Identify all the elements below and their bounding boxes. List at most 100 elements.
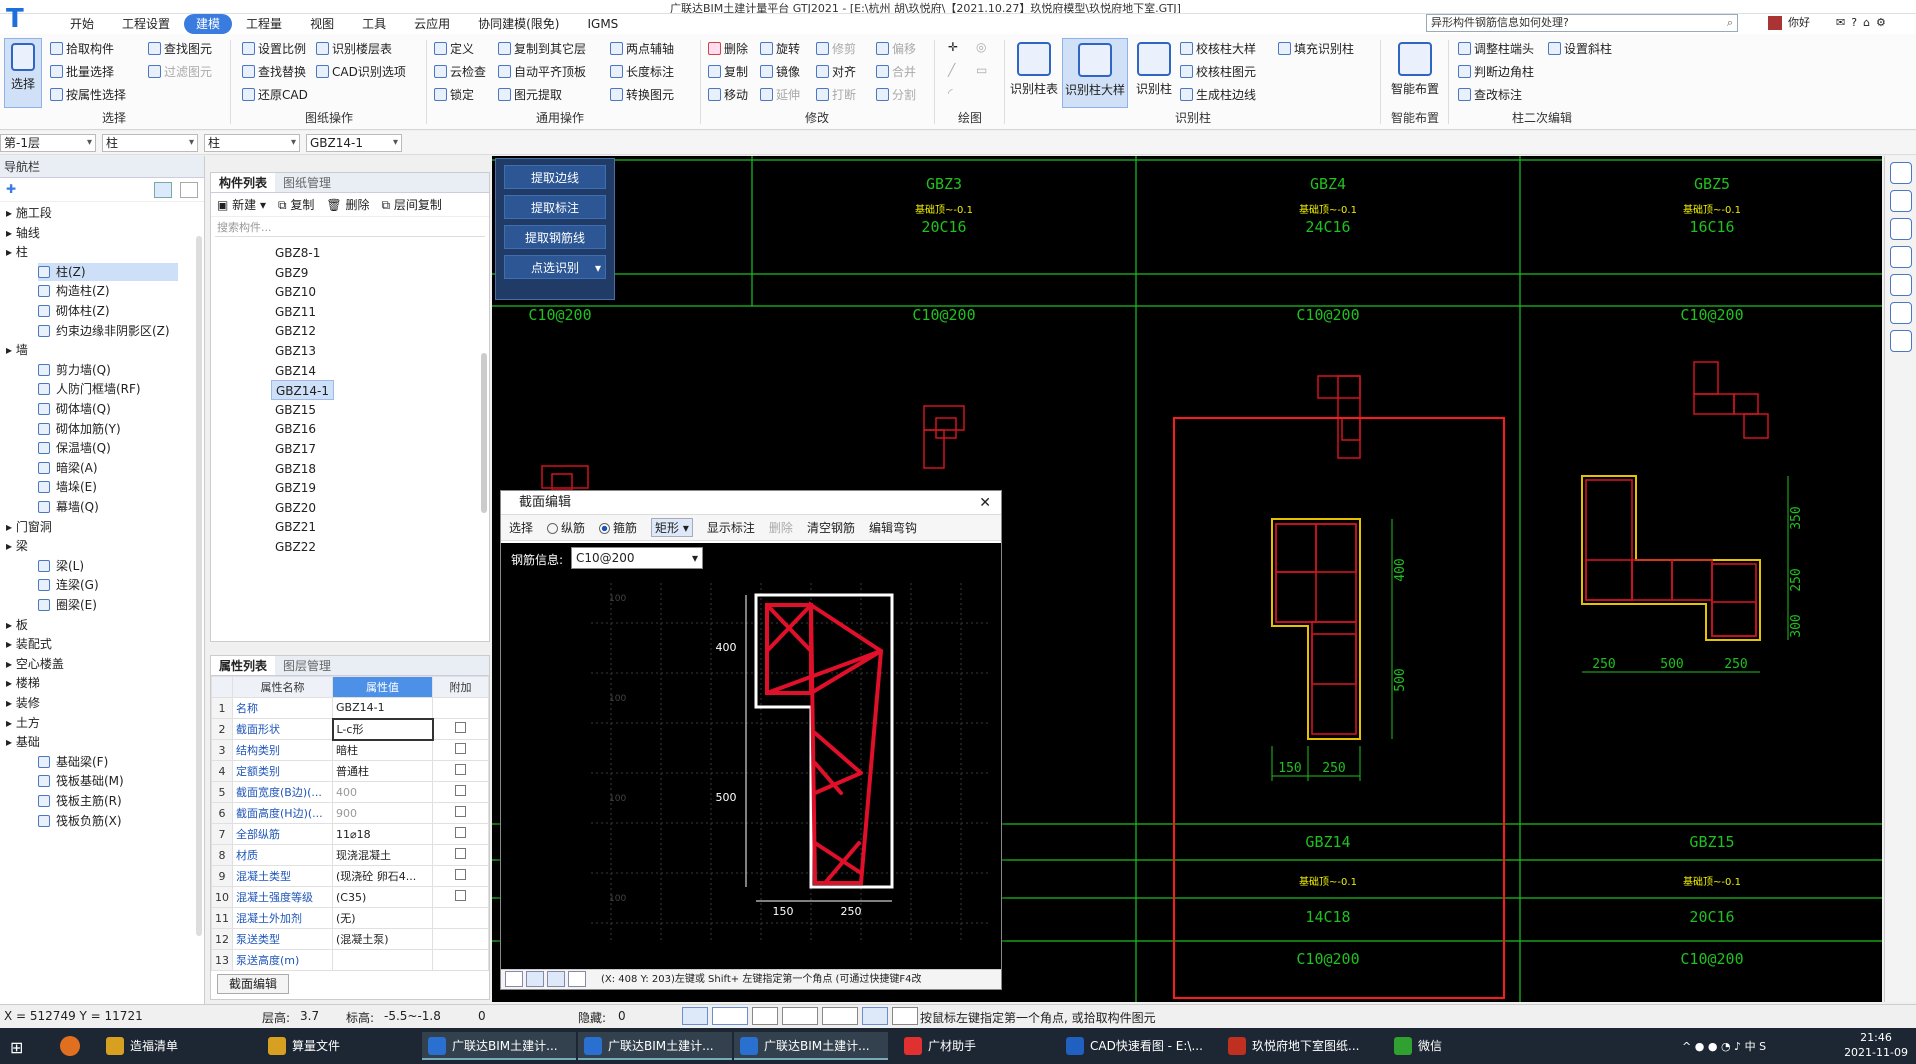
menu-modeling[interactable]: 建模 [184, 14, 233, 34]
extract-element-button[interactable]: 图元提取 [498, 86, 562, 103]
expand-arrow-icon[interactable]: ▸ [6, 618, 16, 632]
lock-button[interactable]: 锁定 [434, 86, 474, 103]
offset-snap-icon[interactable] [568, 971, 586, 987]
identify-column-detail-button[interactable]: 识别柱大样 [1062, 38, 1128, 108]
windows-start-icon[interactable]: ⊞ [10, 1038, 23, 1057]
ortho-mode-icon[interactable] [682, 1007, 708, 1025]
expand-arrow-icon[interactable]: ▸ [6, 343, 16, 357]
prop-row-value[interactable]: 900 [332, 802, 433, 824]
nav-item[interactable]: 墙垛(E) [38, 478, 97, 496]
auto-align-top-button[interactable]: 自动平齐顶板 [498, 63, 586, 80]
delete-component-button[interactable]: 🗑 删除 [326, 196, 369, 213]
taskbar-app[interactable]: 广联达BIM土建计... [734, 1032, 888, 1060]
nav-category[interactable]: ▸ 梁 [6, 537, 28, 555]
show-annotation-button[interactable]: 显示标注 [707, 519, 755, 536]
prop-row-value[interactable] [332, 949, 433, 971]
cube-icon[interactable] [1889, 218, 1912, 240]
view-3d-icon[interactable] [1889, 190, 1912, 212]
menu-project-settings[interactable]: 工程设置 [108, 14, 184, 34]
convert-element-button[interactable]: 转换图元 [610, 86, 674, 103]
break-button[interactable]: 打断 [816, 86, 856, 103]
judge-corner-column-button[interactable]: 判断边角柱 [1458, 63, 1534, 80]
check-annotation-button[interactable]: 查改标注 [1458, 86, 1522, 103]
trim-button[interactable]: 修剪 [816, 40, 856, 57]
expand-arrow-icon[interactable]: ▸ [6, 206, 16, 220]
browser-icon[interactable] [60, 1036, 80, 1056]
menu-quantities[interactable]: 工程量 [232, 14, 296, 34]
ime-indicator[interactable]: 中 [1745, 1040, 1756, 1053]
cad-options-button[interactable]: CAD识别选项 [316, 63, 406, 80]
nav-scrollbar[interactable] [196, 236, 202, 936]
prop-row-value[interactable]: (混凝土泵) [332, 928, 433, 950]
subtype-select[interactable]: 柱 [204, 134, 300, 152]
component-list-item[interactable]: GBZ20 [271, 498, 320, 518]
extract-rebar-line-button[interactable]: 提取钢筋线 [504, 225, 606, 249]
component-list-item[interactable]: GBZ19 [271, 478, 320, 498]
nav-item[interactable]: 砌体墙(Q) [38, 400, 111, 418]
notes-icon[interactable] [1889, 330, 1912, 352]
nav-item[interactable]: 砌体柱(Z) [38, 302, 110, 320]
component-list-item[interactable]: GBZ10 [271, 282, 320, 302]
perp-snap-icon[interactable] [547, 971, 565, 987]
batch-select-button[interactable]: 批量选择 [50, 63, 114, 80]
nav-add-icon[interactable]: ✚ [6, 182, 16, 196]
prop-row-value[interactable]: 11⌀18 [332, 823, 433, 845]
nav-item[interactable]: 人防门框墙(RF) [38, 380, 141, 398]
menu-collab[interactable]: 协同建模(限免) [464, 14, 573, 34]
nav-item[interactable]: 幕墙(Q) [38, 498, 99, 516]
volume-icon[interactable]: ♪ [1734, 1040, 1741, 1053]
property-row[interactable]: 2 截面形状 L-c形 [211, 717, 489, 741]
nav-item[interactable]: 筏板基础(M) [38, 772, 124, 790]
taskbar-app[interactable]: 造福清单 [100, 1032, 254, 1060]
property-row[interactable]: 3 结构类别 暗柱 [211, 739, 489, 761]
message-icon[interactable]: ✉ [1836, 14, 1845, 32]
prop-row-value[interactable]: 暗柱 [332, 739, 433, 761]
property-row[interactable]: 8 材质 现浇混凝土 [211, 844, 489, 866]
nav-item[interactable]: 暗梁(A) [38, 459, 98, 477]
clear-rebar-button[interactable]: 清空钢筋 [807, 519, 855, 536]
property-row[interactable]: 5 截面宽度(B边)(... 400 [211, 781, 489, 803]
prop-row-value[interactable]: 现浇混凝土 [332, 844, 433, 866]
clock[interactable]: 21:46 2021-11-09 [1844, 1030, 1908, 1060]
copy-button[interactable]: 复制 [708, 63, 748, 80]
select-by-attr-button[interactable]: 按属性选择 [50, 86, 126, 103]
property-row[interactable]: 1 名称 GBZ14-1 [211, 697, 489, 719]
tray-app-icon[interactable]: ● [1695, 1040, 1705, 1053]
component-list-item[interactable]: GBZ22 [271, 537, 320, 557]
rect-draw-icon[interactable]: ▭ [976, 63, 987, 77]
move-button[interactable]: 移动 [708, 86, 748, 103]
smart-layout-button[interactable]: 智能布置 [1386, 38, 1444, 108]
component-list-item[interactable]: GBZ12 [271, 321, 320, 341]
layers-icon[interactable] [1889, 246, 1912, 268]
nav-item[interactable]: 剪力墙(Q) [38, 361, 111, 379]
component-list-item[interactable]: GBZ18 [271, 459, 320, 479]
component-scrollbar[interactable] [481, 353, 487, 513]
taskbar-app[interactable]: 广联达BIM土建计... [422, 1032, 576, 1060]
extra-checkbox[interactable] [455, 785, 466, 796]
select-button[interactable]: 选择 [4, 38, 42, 108]
point-identify-button[interactable]: 点选识别 ▾ [504, 255, 606, 279]
floor-select[interactable]: 第-1层 [0, 134, 96, 152]
section-edit-button[interactable]: 截面编辑 [217, 974, 289, 994]
prop-row-value[interactable]: L-c形 [331, 717, 434, 741]
nav-item[interactable]: 约束边缘非阴影区(Z) [38, 322, 170, 340]
nav-item[interactable]: 构造柱(Z) [38, 282, 110, 300]
rect-mode-select[interactable]: 矩形 ▾ [651, 518, 693, 537]
component-list-item[interactable]: GBZ15 [271, 400, 320, 420]
component-list-item[interactable]: GBZ13 [271, 341, 320, 361]
tab-property-list[interactable]: 属性列表 [211, 656, 276, 675]
offset-input-icon[interactable] [822, 1007, 858, 1025]
nav-category[interactable]: ▸ 空心楼盖 [6, 655, 64, 673]
nav-category[interactable]: ▸ 施工段 [6, 204, 52, 222]
length-dim-button[interactable]: 长度标注 [610, 63, 674, 80]
expand-arrow-icon[interactable]: ▸ [6, 245, 16, 259]
prop-row-value[interactable]: (现浇砼 卵石4... [332, 865, 433, 887]
type-select[interactable]: 柱 [102, 134, 198, 152]
dynamic-input-icon[interactable] [752, 1007, 778, 1025]
expand-arrow-icon[interactable]: ▸ [6, 676, 16, 690]
menu-view[interactable]: 视图 [296, 14, 348, 34]
property-row[interactable]: 7 全部纵筋 11⌀18 [211, 823, 489, 845]
taskbar-app[interactable]: 广材助手 [898, 1032, 1052, 1060]
tab-component-list[interactable]: 构件列表 [211, 173, 276, 192]
restore-cad-button[interactable]: 还原CAD [242, 86, 308, 103]
